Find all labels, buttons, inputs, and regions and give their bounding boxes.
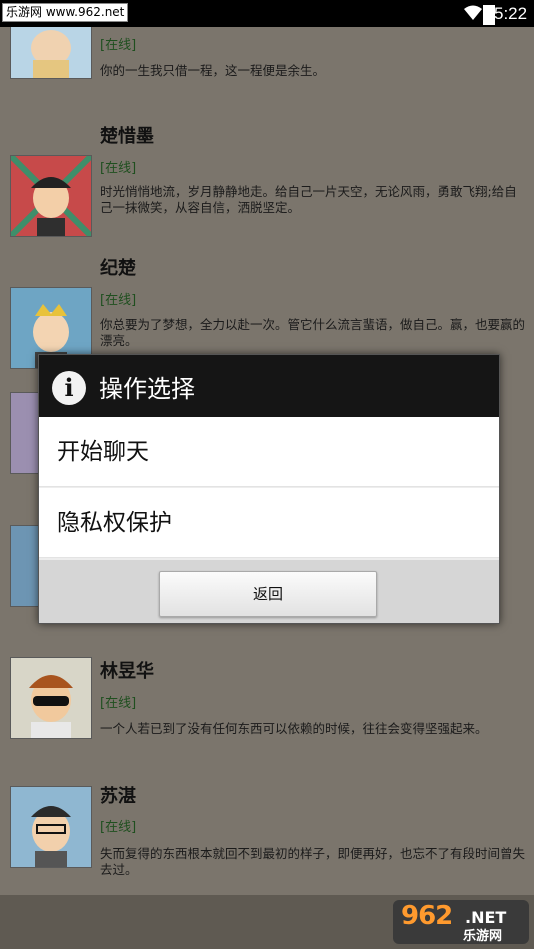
action-dialog: i 操作选择 开始聊天 隐私权保护 返回 [38,354,500,624]
bio-text: 时光悄悄地流，岁月静静地走。给自己一片天空，无论风雨，勇敢飞翔;给自己一抹微笑，… [100,184,517,215]
status-badge: [在线] [100,696,137,711]
avatar [10,786,92,868]
avatar-image [11,658,91,738]
avatar [10,657,92,739]
start-chat-option[interactable]: 开始聊天 [39,417,499,487]
watermark-label: 乐游网 www.962.net [2,3,129,22]
back-button[interactable]: 返回 [159,571,377,617]
logo-number: 962 [401,901,453,931]
bio-text: 一个人若已到了没有任何东西可以依赖的时候，往往会变得坚强起来。 [100,721,488,736]
status-badge: [在线] [100,38,137,53]
dialog-title: 操作选择 [99,375,195,403]
contact-name: 苏湛 [100,786,136,807]
bio-text: 你的一生我只借一程，这一程便是余生。 [100,63,326,78]
status-badge: [在线] [100,161,137,176]
avatar [10,27,92,79]
dialog-header: i 操作选择 [39,355,499,417]
avatar-image [8,153,94,239]
info-icon: i [52,371,86,405]
contact-name: 林昱华 [100,661,154,682]
contact-name: 楚惜墨 [100,126,154,147]
bio-text: 失而复得的东西根本就回不到最初的样子，即便再好，也忘不了有段时间曾失去过。 [100,846,526,877]
status-bar: 乐游网 www.962.net 5:22 [0,0,534,27]
avatar-image [11,27,91,78]
bio-text: 你总要为了梦想，全力以赴一次。管它什么流言蜚语，做自己。赢，也要赢的漂亮。 [100,317,526,348]
dialog-footer: 返回 [39,560,499,623]
status-badge: [在线] [100,293,137,308]
status-badge: [在线] [100,820,137,835]
privacy-option[interactable]: 隐私权保护 [39,488,499,558]
avatar-image [11,787,91,867]
wifi-icon [464,5,482,20]
site-logo: 962 .NET 乐游网 [393,900,529,944]
contact-name: 纪楚 [100,258,136,279]
avatar [8,153,94,239]
clock: 5:22 [494,4,528,23]
logo-cn: 乐游网 [463,929,503,944]
